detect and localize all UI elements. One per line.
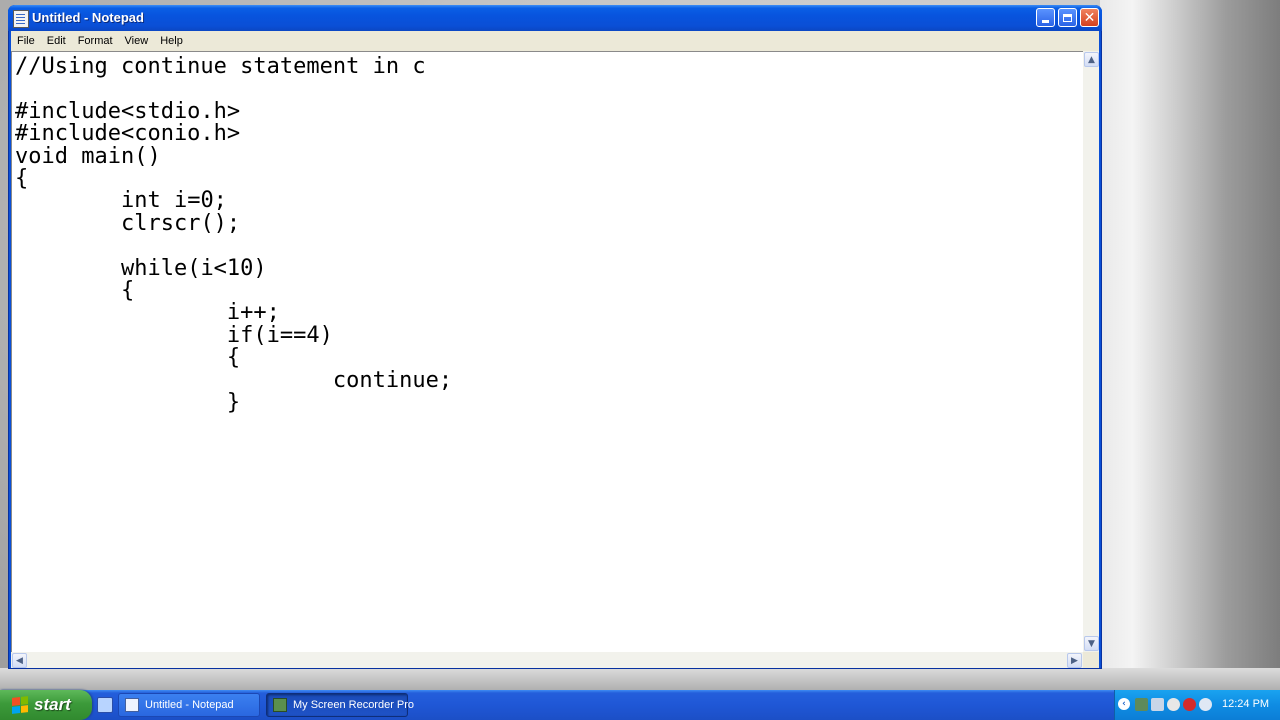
scroll-right-button[interactable]: ▶ bbox=[1067, 653, 1082, 668]
chevron-right-icon: ▶ bbox=[1071, 655, 1078, 666]
show-hidden-icons-icon[interactable]: ‹ bbox=[1118, 698, 1130, 710]
menu-view[interactable]: View bbox=[119, 35, 155, 47]
maximize-button[interactable] bbox=[1058, 8, 1077, 27]
scroll-up-button[interactable]: ▲ bbox=[1084, 52, 1099, 67]
menu-bar: File Edit Format View Help bbox=[11, 31, 1099, 51]
start-label: start bbox=[34, 695, 71, 714]
chevron-up-icon: ▲ bbox=[1088, 54, 1095, 65]
notepad-icon[interactable] bbox=[13, 10, 29, 28]
close-icon: ✕ bbox=[1083, 9, 1096, 26]
scroll-down-button[interactable]: ▼ bbox=[1084, 636, 1099, 651]
text-editor[interactable]: //Using continue statement in c #include… bbox=[11, 51, 1083, 652]
desktop-strip bbox=[0, 668, 1280, 690]
menu-format[interactable]: Format bbox=[72, 35, 119, 47]
desktop-background bbox=[1100, 0, 1280, 690]
minimize-icon bbox=[1042, 20, 1049, 23]
quick-launch-icon[interactable] bbox=[97, 697, 113, 713]
size-grip[interactable] bbox=[1083, 652, 1099, 668]
menu-file[interactable]: File bbox=[11, 35, 41, 47]
taskbar-item-label: Untitled - Notepad bbox=[145, 699, 234, 711]
horizontal-scrollbar[interactable]: ◀ ▶ bbox=[11, 652, 1083, 668]
chevron-left-icon: ◀ bbox=[16, 655, 23, 666]
taskbar: start Untitled - Notepad My Screen Recor… bbox=[0, 690, 1280, 720]
scroll-left-button[interactable]: ◀ bbox=[12, 653, 27, 668]
editor-content[interactable]: //Using continue statement in c #include… bbox=[15, 55, 452, 415]
tray-security-icon[interactable] bbox=[1167, 698, 1180, 711]
notepad-icon bbox=[125, 698, 139, 712]
clock[interactable]: 12:24 PM bbox=[1222, 698, 1269, 710]
tray-antivirus-icon[interactable] bbox=[1183, 698, 1196, 711]
window-title: Untitled - Notepad bbox=[32, 10, 144, 25]
taskbar-item-notepad[interactable]: Untitled - Notepad bbox=[118, 693, 260, 717]
tray-app-icon[interactable] bbox=[1151, 698, 1164, 711]
minimize-button[interactable] bbox=[1036, 8, 1055, 27]
vertical-scrollbar[interactable]: ▲ ▼ bbox=[1083, 51, 1099, 652]
menu-help[interactable]: Help bbox=[154, 35, 189, 47]
close-button[interactable]: ✕ bbox=[1080, 8, 1099, 27]
tray-volume-icon[interactable] bbox=[1199, 698, 1212, 711]
taskbar-item-label: My Screen Recorder Pro bbox=[293, 699, 415, 711]
start-button[interactable]: start bbox=[0, 690, 92, 720]
taskbar-item-screen-recorder[interactable]: My Screen Recorder Pro bbox=[266, 693, 414, 717]
maximize-icon bbox=[1063, 13, 1072, 22]
title-bar[interactable]: Untitled - Notepad ✕ bbox=[8, 5, 1102, 31]
windows-logo-icon bbox=[12, 696, 28, 714]
tray-network-icon[interactable] bbox=[1135, 698, 1148, 711]
menu-edit[interactable]: Edit bbox=[41, 35, 72, 47]
system-tray: ‹ 12:24 PM bbox=[1114, 690, 1280, 720]
chevron-down-icon: ▼ bbox=[1088, 638, 1095, 649]
notepad-window: Untitled - Notepad ✕ File Edit Format Vi… bbox=[8, 5, 1102, 669]
recorder-icon bbox=[273, 698, 287, 712]
